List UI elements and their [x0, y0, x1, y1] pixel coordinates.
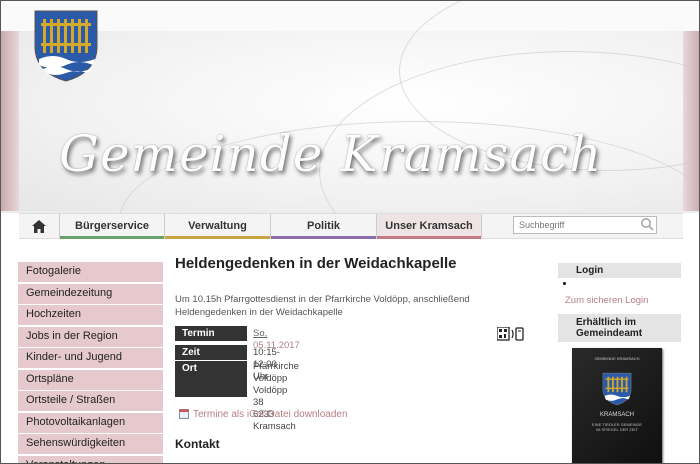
sidebar-menu: Fotogalerie Gemeindezeitung Hochzeiten J…	[18, 262, 163, 463]
login-bullet	[558, 278, 681, 292]
sidebar-item-ortsplaene[interactable]: Ortspläne	[18, 369, 163, 390]
nav-item-buergerservice[interactable]: Bürgerservice	[59, 214, 164, 239]
sidebar-item-jobs[interactable]: Jobs in der Region	[18, 326, 163, 347]
sidebar-item-fotogalerie[interactable]: Fotogalerie	[18, 262, 163, 282]
login-title: Login	[558, 263, 681, 278]
home-button[interactable]	[19, 214, 59, 238]
ort-line: Pfarrkirche Voldöpp	[253, 361, 299, 384]
book-subtitle-line: IM SPIEGEL DER ZEIT	[596, 427, 638, 432]
right-column: Login Zum sicheren Login Erhältlich im G…	[558, 263, 681, 463]
page-frame: Gemeinde Kramsach Bürgerservice Verwaltu…	[0, 0, 700, 464]
sidebar-item-veranstaltungen[interactable]: Veranstaltungen	[18, 455, 163, 463]
sidebar-item-hochzeiten[interactable]: Hochzeiten	[18, 305, 163, 326]
article-title: Heldengedenken in der Weidachkapelle	[175, 255, 457, 272]
sidebar-item-sehenswuerdigkeiten[interactable]: Sehenswürdigkeiten	[18, 434, 163, 455]
book-name: KRAMSACH	[599, 412, 634, 418]
search-input[interactable]	[513, 216, 657, 234]
book-cover-image[interactable]: GEMEINDE KRAMSACH KRAMSACH EINE TIROLER …	[572, 348, 662, 463]
nav-item-politik[interactable]: Politik	[270, 214, 376, 239]
book-subtitle: EINE TIROLER GEMEINDE IM SPIEGEL DER ZEI…	[572, 422, 662, 432]
ical-download-link[interactable]: Termine als iCal-Datei downloaden	[179, 408, 348, 420]
ort-label: Ort	[175, 361, 247, 397]
search-icon[interactable]	[640, 217, 654, 231]
sidebar-item-gemeindezeitung[interactable]: Gemeindezeitung	[18, 283, 163, 304]
nav-item-label: Unser Kramsach	[385, 220, 473, 232]
article-content: Heldengedenken in der Weidachkapelle Um …	[175, 255, 545, 318]
zeit-label: Zeit	[175, 345, 247, 360]
calendar-icon	[179, 409, 189, 419]
ical-link-label: Termine als iCal-Datei downloaden	[193, 409, 348, 420]
qr-code-icon[interactable]	[497, 327, 525, 341]
sidebar-item-photovoltaik[interactable]: Photovoltaikanlagen	[18, 412, 163, 433]
home-icon	[32, 219, 46, 233]
coat-of-arms-logo[interactable]	[33, 9, 99, 83]
header-banner: Gemeinde Kramsach	[1, 1, 699, 213]
secure-login-link[interactable]: Zum sicheren Login	[558, 292, 681, 314]
termin-label: Termin	[175, 326, 247, 341]
book-box-title: Erhältlich im Gemeindeamt	[558, 314, 681, 342]
nav-item-verwaltung[interactable]: Verwaltung	[164, 214, 270, 239]
nav-item-label: Politik	[306, 220, 340, 232]
ort-line: Voldöpp 38	[253, 385, 288, 408]
sidebar-item-ortsteile[interactable]: Ortsteile / Straßen	[18, 391, 163, 412]
ort-value: Pfarrkirche Voldöpp Voldöpp 38 6233 Kram…	[253, 361, 299, 433]
book-crest-icon	[602, 372, 632, 406]
site-title: Gemeinde Kramsach	[59, 125, 603, 183]
termin-day: So,	[253, 328, 268, 339]
kontakt-heading: Kontakt	[175, 437, 220, 451]
article-lead: Um 10.15h Pfarrgottesdienst in der Pfarr…	[175, 294, 470, 318]
book-top-text: GEMEINDE KRAMSACH	[594, 356, 640, 361]
nav-item-label: Bürgerservice	[75, 220, 149, 232]
nav-item-unser-kramsach[interactable]: Unser Kramsach	[376, 214, 482, 239]
nav-item-label: Verwaltung	[188, 220, 247, 232]
sidebar-item-kinder-jugend[interactable]: Kinder- und Jugend	[18, 348, 163, 369]
